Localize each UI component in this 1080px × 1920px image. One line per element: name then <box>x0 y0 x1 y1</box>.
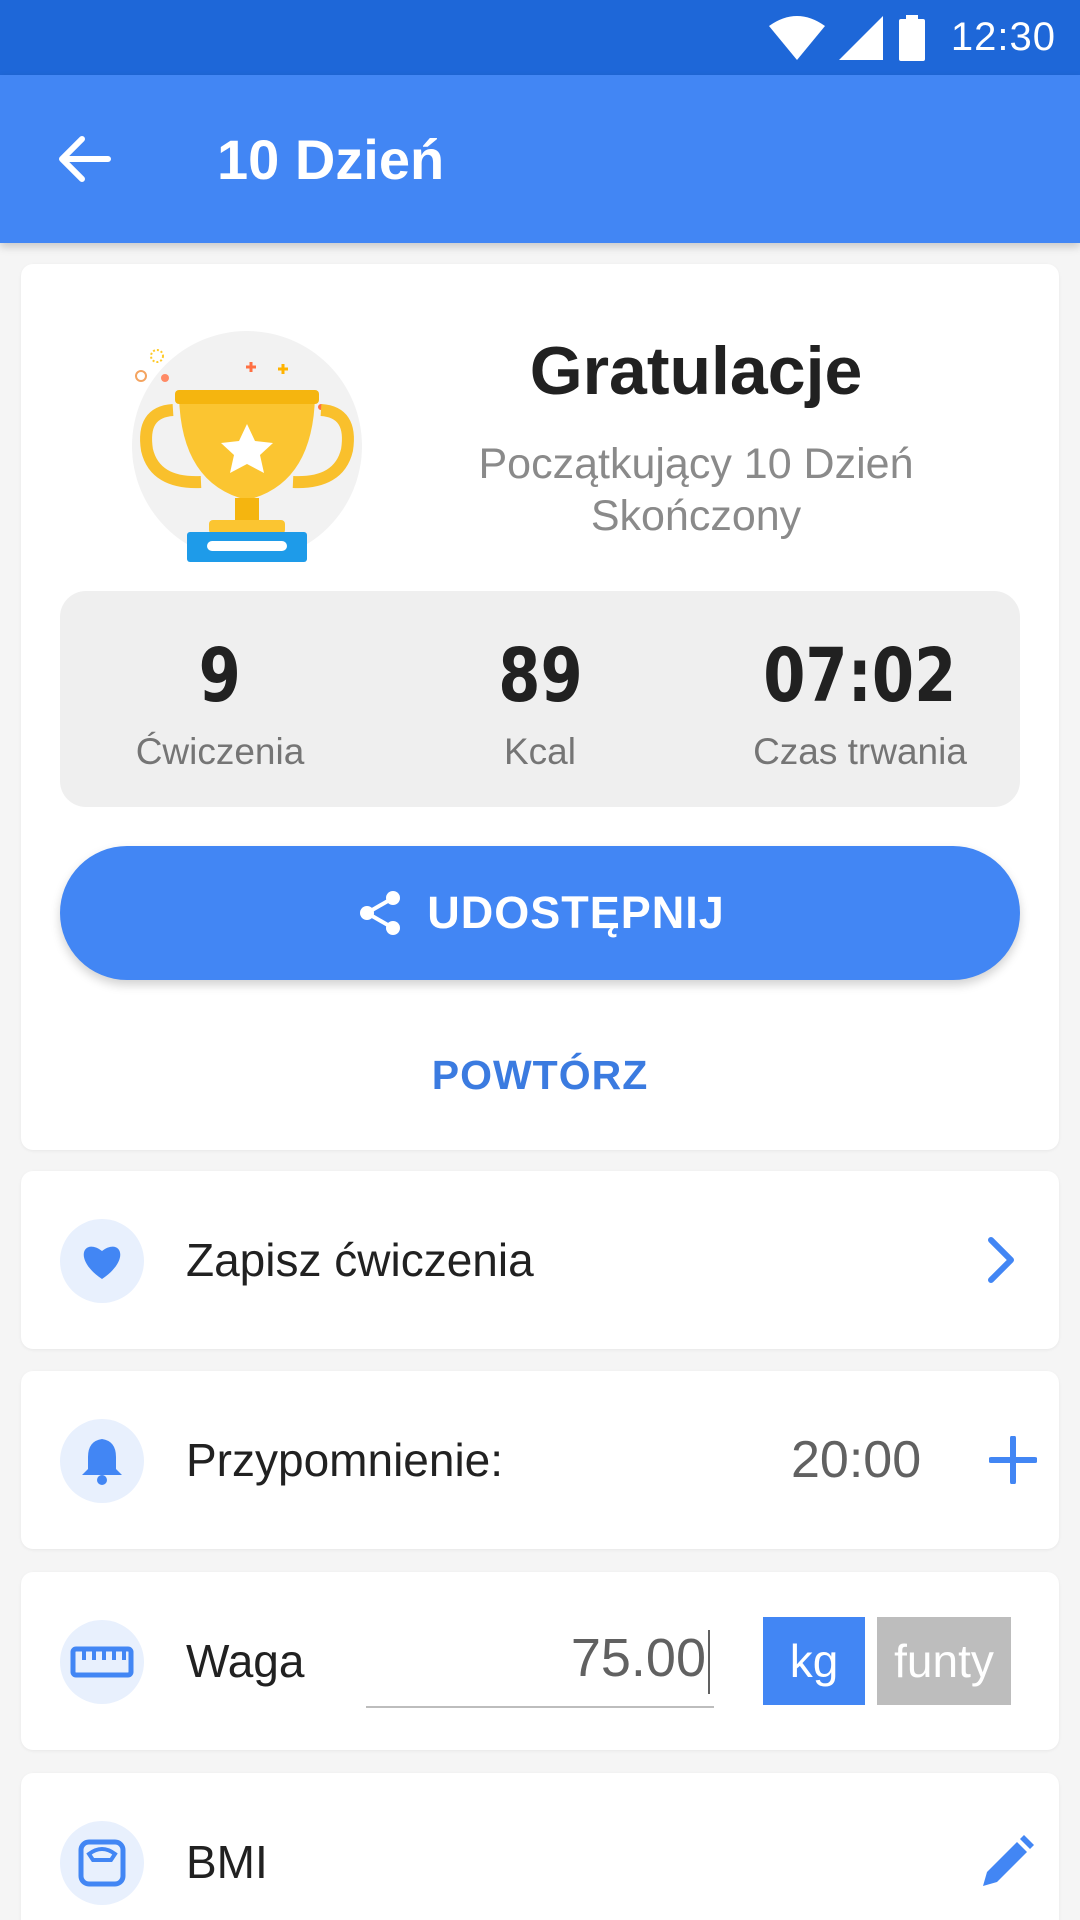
reminder-row: Przypomnienie: 20:00 <box>21 1371 1059 1549</box>
text-caret <box>708 1629 710 1694</box>
stat-value: 89 <box>497 633 583 719</box>
page-title: 10 Dzień <box>217 127 445 191</box>
congrats-subtitle: Początkujący 10 Dzień Skończony <box>411 438 981 542</box>
stat-label: Ćwiczenia <box>135 731 305 772</box>
scale-icon <box>60 1821 144 1905</box>
save-workout-row[interactable]: Zapisz ćwiczenia <box>21 1171 1059 1349</box>
edit-pencil-icon[interactable] <box>979 1773 1035 1920</box>
save-workout-label-wrap: Zapisz ćwiczenia <box>186 1171 534 1349</box>
reminder-label: Przypomnienie: <box>186 1434 504 1486</box>
weight-input[interactable]: 75.00 <box>366 1608 714 1708</box>
trophy-icon <box>113 314 373 564</box>
stat-label: Czas trwania <box>753 731 967 772</box>
arrow-back-icon[interactable] <box>52 127 116 191</box>
plus-icon[interactable] <box>989 1371 1037 1549</box>
weight-value: 75.00 <box>570 1628 706 1688</box>
bmi-label: BMI <box>186 1836 268 1888</box>
bell-icon <box>60 1419 144 1503</box>
stat-kcal: 89 Kcal <box>380 591 700 807</box>
share-icon <box>360 891 401 935</box>
chevron-right-icon[interactable] <box>983 1171 1019 1349</box>
save-workout-label: Zapisz ćwiczenia <box>186 1234 534 1286</box>
stat-value: 9 <box>198 633 242 719</box>
share-button[interactable]: UDOSTĘPNIJ <box>60 846 1020 980</box>
ruler-icon <box>60 1620 144 1704</box>
unit-kg-button[interactable]: kg <box>763 1617 865 1705</box>
app-bar: 10 Dzień <box>0 75 1080 243</box>
weight-label-wrap: Waga <box>186 1572 304 1750</box>
status-bar: 12:30 <box>0 0 1080 75</box>
summary-card: Gratulacje Początkujący 10 Dzień Skończo… <box>21 264 1059 1150</box>
wifi-icon <box>768 15 825 60</box>
weight-row: Waga 75.00 kg funty <box>21 1572 1059 1750</box>
battery-icon <box>898 14 925 61</box>
subtitle-line-2: Skończony <box>590 492 802 540</box>
stats-panel: 9 Ćwiczenia 89 Kcal 07:02 Czas trwania <box>60 591 1020 807</box>
bmi-row: BMI <box>21 1773 1059 1920</box>
stat-label: Kcal <box>504 731 576 772</box>
bmi-label-wrap: BMI <box>186 1773 268 1920</box>
congrats-heading: Gratulacje <box>529 333 863 409</box>
share-label: UDOSTĘPNIJ <box>427 887 725 938</box>
weight-label: Waga <box>186 1635 305 1687</box>
stat-value: 07:02 <box>763 633 957 719</box>
status-time: 12:30 <box>950 15 1056 59</box>
reminder-time-wrap[interactable]: 20:00 <box>791 1371 921 1549</box>
reminder-time[interactable]: 20:00 <box>791 1430 921 1490</box>
repeat-button[interactable]: POWTÓRZ <box>21 1052 1059 1099</box>
congrats-block: Gratulacje Początkujący 10 Dzień Skończo… <box>411 332 981 542</box>
unit-lb-button[interactable]: funty <box>877 1617 1011 1705</box>
stat-duration: 07:02 Czas trwania <box>700 591 1020 807</box>
signal-icon <box>838 15 883 60</box>
subtitle-line-1: Początkujący 10 Dzień <box>478 440 914 488</box>
stat-exercises: 9 Ćwiczenia <box>60 591 380 807</box>
reminder-label-wrap: Przypomnienie: <box>186 1371 503 1549</box>
heart-icon <box>60 1219 144 1303</box>
